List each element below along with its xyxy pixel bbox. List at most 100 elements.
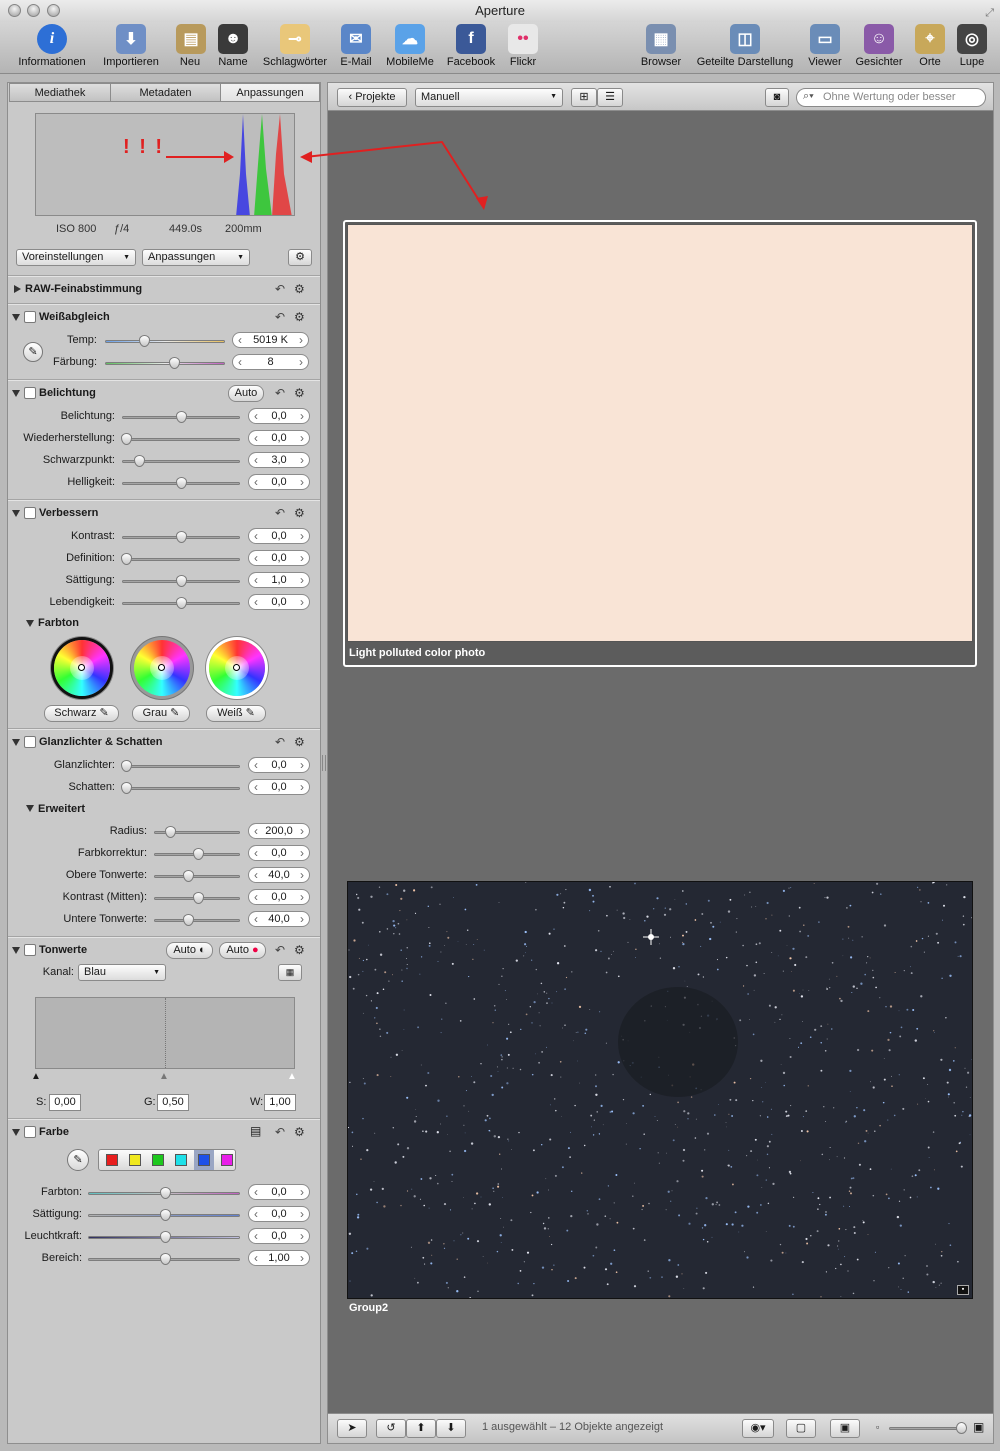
white-balance-checkbox[interactable] — [24, 311, 36, 323]
toolbar-button-e-mail[interactable]: ✉ E-Mail — [338, 24, 374, 68]
reset-icon[interactable]: ↶ — [275, 735, 285, 749]
expand-triangle-icon[interactable] — [12, 1129, 20, 1136]
gear-icon[interactable]: ⚙ — [294, 282, 305, 296]
value-field[interactable]: 0,0 — [248, 779, 310, 795]
white-eyedropper-button[interactable]: Weiß ✎ — [206, 705, 266, 722]
adjustment-slider[interactable] — [122, 531, 240, 543]
adjustment-slider[interactable] — [88, 1209, 240, 1221]
w-value-field[interactable]: 1,00 — [264, 1094, 296, 1111]
color-swatch[interactable] — [129, 1154, 141, 1166]
eyedropper-icon[interactable]: ✎ — [67, 1149, 89, 1171]
thumbnail-size-knob[interactable] — [956, 1422, 967, 1434]
wheel-handle[interactable] — [233, 664, 240, 671]
tab-library[interactable]: Mediathek — [9, 83, 111, 102]
photo-thumbnail-selected[interactable]: Light polluted color photo — [343, 220, 977, 667]
color-swatch[interactable] — [152, 1154, 164, 1166]
single-view-button[interactable]: ▢ — [786, 1419, 816, 1438]
value-field[interactable]: 0,0 — [248, 1184, 310, 1200]
adjustment-slider[interactable] — [154, 826, 240, 838]
value-field[interactable]: 1,0 — [248, 572, 310, 588]
adjustment-slider[interactable] — [88, 1187, 240, 1199]
value-field[interactable]: 0,0 — [248, 408, 310, 424]
value-field[interactable]: 0,0 — [248, 1206, 310, 1222]
adjustment-slider[interactable] — [154, 892, 240, 904]
slider-knob[interactable] — [134, 455, 145, 467]
expand-triangle-icon[interactable] — [12, 739, 20, 746]
toolbar-button-orte[interactable]: ⌖ Orte — [912, 24, 948, 68]
g-value-field[interactable]: 0,50 — [157, 1094, 189, 1111]
color-swatch[interactable] — [198, 1154, 210, 1166]
filmstrip-view-button[interactable]: ▣ — [830, 1419, 860, 1438]
expand-triangle-icon[interactable] — [12, 510, 20, 517]
black-eyedropper-button[interactable]: Schwarz ✎ — [44, 705, 119, 722]
wheel-handle[interactable] — [78, 664, 85, 671]
reset-icon[interactable]: ↶ — [275, 310, 285, 324]
reset-icon[interactable]: ↶ — [275, 506, 285, 520]
adjustment-slider[interactable] — [154, 848, 240, 860]
channel-popup[interactable]: Blau — [78, 964, 166, 981]
toolbar-button-neu[interactable]: ▤ Neu — [176, 24, 206, 68]
slider-knob[interactable] — [160, 1253, 171, 1265]
gray-point-handle[interactable]: ▲ — [159, 1071, 169, 1082]
slider-knob[interactable] — [183, 870, 194, 882]
adjustment-slider[interactable] — [88, 1231, 240, 1243]
presets-popup[interactable]: Voreinstellungen — [16, 249, 136, 266]
adjustment-slider[interactable] — [121, 433, 240, 445]
value-field[interactable]: 0,0 — [248, 889, 310, 905]
value-field[interactable]: 200,0 — [248, 823, 310, 839]
value-field[interactable]: 40,0 — [248, 867, 310, 883]
toolbar-button-mobileme[interactable]: ☁ MobileMe — [383, 24, 437, 68]
color-checkbox[interactable] — [24, 1126, 36, 1138]
toolbar-button-viewer[interactable]: ▭ Viewer — [806, 24, 844, 68]
toolbar-button-gesichter[interactable]: ☺ Gesichter — [852, 24, 906, 68]
select-tool-button[interactable]: ➤ — [337, 1419, 367, 1438]
exposure-checkbox[interactable] — [24, 387, 36, 399]
levels-auto-rgb-button[interactable]: Auto ● — [219, 942, 266, 959]
black-color-wheel[interactable] — [54, 640, 110, 696]
minimize-window-button[interactable] — [27, 4, 40, 17]
reset-icon[interactable]: ↶ — [275, 386, 285, 400]
levels-auto-luminance-button[interactable]: Auto ◐ — [166, 942, 213, 959]
slider-knob[interactable] — [176, 477, 187, 489]
temp-slider-knob[interactable] — [139, 335, 150, 347]
stars-photo[interactable]: ▪ — [347, 881, 973, 1299]
toolbar-button-browser[interactable]: ▦ Browser — [638, 24, 684, 68]
lift-tool-button[interactable]: ⬆ — [406, 1419, 436, 1438]
slider-knob[interactable] — [121, 760, 132, 772]
gray-color-wheel[interactable] — [134, 640, 190, 696]
highlights-shadows-checkbox[interactable] — [24, 736, 36, 748]
levels-checkbox[interactable] — [24, 944, 36, 956]
slider-knob[interactable] — [176, 597, 187, 609]
fullscreen-icon[interactable]: ⤢ — [985, 3, 994, 24]
zoom-window-button[interactable] — [47, 4, 60, 17]
slider-knob[interactable] — [176, 575, 187, 587]
adjustment-slider[interactable] — [121, 553, 240, 565]
temp-slider[interactable] — [105, 335, 225, 347]
slider-knob[interactable] — [176, 411, 187, 423]
value-field[interactable]: 0,0 — [248, 550, 310, 566]
search-field[interactable]: ⌕▾ Ohne Wertung oder besser — [796, 88, 986, 107]
black-point-handle[interactable]: ▲ — [31, 1071, 41, 1082]
collapse-triangle-icon[interactable] — [14, 285, 21, 293]
value-field[interactable]: 0,0 — [248, 594, 310, 610]
color-swatch[interactable] — [106, 1154, 118, 1166]
adjustments-gear-button[interactable]: ⚙ — [288, 249, 312, 266]
tab-adjustments[interactable]: Anpassungen — [220, 83, 320, 102]
expand-triangle-icon[interactable] — [12, 390, 20, 397]
adjustment-slider[interactable] — [154, 914, 240, 926]
slider-knob[interactable] — [160, 1231, 171, 1243]
slider-knob[interactable] — [183, 914, 194, 926]
filter-hud-button[interactable]: ◙ — [765, 88, 789, 107]
light-polluted-photo[interactable] — [347, 224, 973, 642]
gear-icon[interactable]: ⚙ — [294, 506, 305, 520]
value-field[interactable]: 0,0 — [248, 474, 310, 490]
value-field[interactable]: 0,0 — [248, 1228, 310, 1244]
thumbnail-size-slider[interactable] — [889, 1422, 967, 1434]
adjustment-slider[interactable] — [122, 597, 240, 609]
white-point-handle[interactable]: ▲ — [287, 1071, 297, 1082]
adjustment-slider[interactable] — [122, 411, 240, 423]
adjustment-slider[interactable] — [122, 455, 240, 467]
browser-options-button[interactable]: ◉▾ — [742, 1419, 774, 1438]
expand-triangle-icon[interactable] — [26, 805, 34, 812]
stamp-tool-button[interactable]: ⬇ — [436, 1419, 466, 1438]
